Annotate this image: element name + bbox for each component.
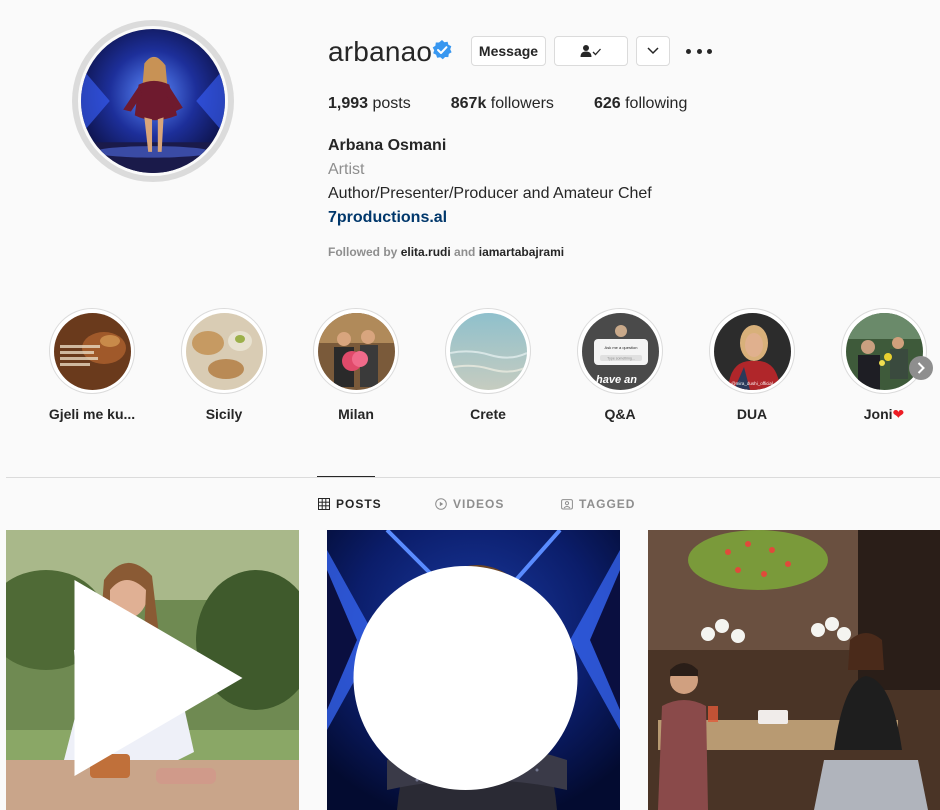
followed-by-text[interactable]: Followed by elita.rudi and iamartabajram…: [328, 245, 564, 259]
post-tile[interactable]: [6, 530, 299, 810]
svg-text:Type something...: Type something...: [607, 356, 635, 360]
tabs-divider: [6, 477, 940, 478]
highlight-sicily[interactable]: Sicily: [164, 308, 284, 422]
post-tile[interactable]: [648, 530, 940, 810]
profile-tabs: POSTS VIDEOS TAGGED: [0, 497, 940, 513]
highlight-label: Crete: [470, 406, 506, 422]
grid-icon: [318, 498, 330, 510]
stat-followers[interactable]: 867k followers: [451, 95, 554, 113]
highlight-label: Milan: [338, 406, 374, 422]
play-circle-icon: [435, 498, 447, 510]
reel-icon: [74, 580, 243, 776]
chevron-down-icon: [647, 47, 659, 55]
highlight-qa[interactable]: Ask me a question Type something... have…: [560, 308, 680, 422]
stat-following[interactable]: 626 following: [594, 95, 687, 113]
profile-username: arbanao: [328, 36, 433, 67]
profile-stats: 1,993 posts 867k followers 626 following: [328, 95, 727, 113]
post-tile[interactable]: [327, 530, 620, 810]
tag-icon: [561, 499, 573, 510]
active-tab-indicator: [317, 476, 375, 477]
highlight-label: Gjeli me ku...: [48, 406, 136, 422]
profile-bio: Author/Presenter/Producer and Amateur Ch…: [328, 185, 652, 202]
portrait-highlight-icon: @mira_dushi_official: [713, 312, 791, 390]
highlight-milan[interactable]: Milan: [296, 308, 416, 422]
story-highlights: Gjeli me ku... Sicily Milan Crete Ask me…: [0, 308, 940, 428]
highlight-gjeli[interactable]: Gjeli me ku...: [32, 308, 152, 422]
svg-text:Ask me a question: Ask me a question: [604, 345, 637, 350]
avatar[interactable]: [78, 26, 228, 176]
post-3-photo: [648, 530, 940, 810]
heart-emoji-icon: ❤: [892, 406, 905, 422]
following-button[interactable]: [554, 36, 628, 66]
carousel-icon: [353, 566, 578, 790]
flowers-highlight-icon: [317, 312, 395, 390]
qa-highlight-icon: Ask me a question Type something... have…: [581, 312, 659, 390]
highlight-label: Joni❤: [863, 406, 905, 422]
sea-highlight-icon: [449, 312, 527, 390]
highlights-next-button[interactable]: [909, 356, 933, 380]
more-options-icon[interactable]: [686, 44, 712, 58]
highlight-dua[interactable]: @mira_dushi_official DUA: [692, 308, 812, 422]
svg-text:@mira_dushi_official: @mira_dushi_official: [731, 381, 773, 386]
tab-videos[interactable]: VIDEOS: [435, 497, 504, 511]
pastry-highlight-icon: [185, 312, 263, 390]
profile-full-name: Arbana Osmani: [328, 137, 447, 154]
person-check-icon: [580, 45, 601, 57]
stat-posts: 1,993 posts: [328, 95, 411, 112]
highlight-label: Q&A: [604, 406, 636, 422]
verified-badge-icon: [432, 40, 452, 60]
profile-category: Artist: [328, 161, 365, 178]
avatar-photo: [81, 29, 225, 173]
highlight-crete[interactable]: Crete: [428, 308, 548, 422]
profile-avatar-ring[interactable]: [72, 20, 234, 182]
garden-highlight-icon: [845, 312, 923, 390]
tab-tagged[interactable]: TAGGED: [561, 497, 635, 511]
chevron-right-icon: [917, 362, 925, 374]
food-highlight-icon: [53, 312, 131, 390]
svg-text:have an: have an: [596, 374, 637, 386]
profile-website-link[interactable]: 7productions.al: [328, 209, 447, 227]
highlight-label: Sicily: [205, 406, 243, 422]
suggested-accounts-button[interactable]: [636, 36, 670, 66]
highlight-label: DUA: [736, 406, 768, 422]
message-button[interactable]: Message: [471, 36, 546, 66]
tab-posts[interactable]: POSTS: [318, 497, 382, 511]
